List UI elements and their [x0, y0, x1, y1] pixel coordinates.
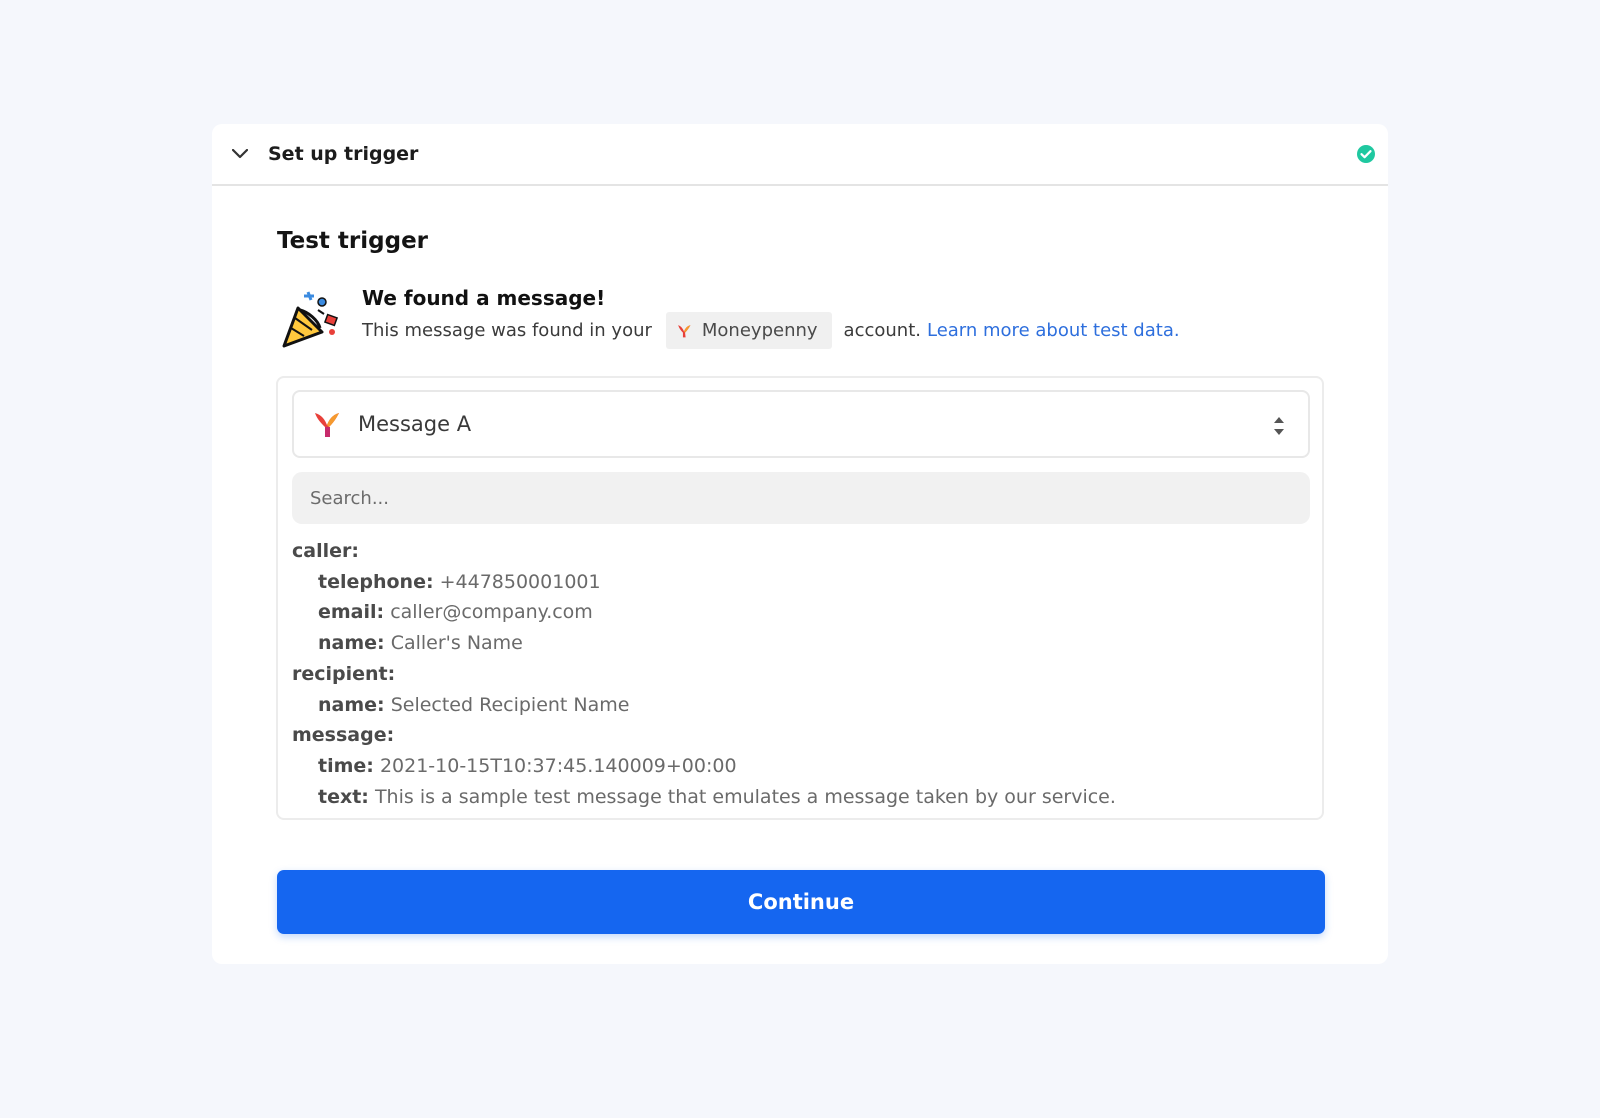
field-key: email:: [318, 601, 385, 624]
field-key: name:: [318, 693, 385, 716]
learn-more-link[interactable]: Learn more about test data.: [927, 320, 1180, 341]
header-title: Set up trigger: [268, 143, 419, 165]
page-background: Set up trigger Test trigger We found a m…: [0, 0, 1600, 1118]
data-tree: caller: telephone: +447850001001 email: …: [292, 536, 1116, 812]
setup-trigger-header[interactable]: Set up trigger: [212, 124, 1388, 186]
moneypenny-logo-icon: [678, 324, 691, 337]
tree-group-message[interactable]: message:: [292, 720, 1116, 751]
field-value: caller@company.com: [390, 601, 593, 624]
field-key: text:: [318, 785, 369, 808]
found-title: We found a message!: [362, 286, 606, 310]
field-value: Selected Recipient Name: [390, 693, 630, 716]
message-select[interactable]: Message A: [292, 390, 1310, 458]
found-suffix: account.: [843, 320, 921, 341]
tree-group-caller[interactable]: caller:: [292, 536, 1116, 567]
tree-field-telephone[interactable]: telephone: +447850001001: [292, 567, 1116, 598]
section-title: Test trigger: [277, 228, 429, 254]
tree-field-email[interactable]: email: caller@company.com: [292, 597, 1116, 628]
field-key: name:: [318, 632, 385, 655]
group-key: message:: [292, 724, 395, 747]
group-key: caller:: [292, 540, 359, 562]
tree-field-recipient-name[interactable]: name: Selected Recipient Name: [292, 690, 1116, 721]
moneypenny-logo-icon: [315, 413, 339, 437]
field-key: telephone:: [318, 570, 434, 593]
account-chip: Moneypenny: [665, 312, 832, 349]
party-popper-icon: [278, 288, 342, 352]
field-value: 2021-10-15T10:37:45.140009+00:00: [379, 754, 737, 777]
continue-button[interactable]: Continue: [277, 870, 1325, 934]
group-key: recipient:: [292, 662, 396, 685]
account-name: Moneypenny: [701, 320, 818, 341]
tree-field-text[interactable]: text: This is a sample test message that…: [292, 782, 1116, 813]
select-value: Message A: [358, 412, 472, 436]
tree-field-caller-name[interactable]: name: Caller's Name: [292, 628, 1116, 659]
chevron-down-icon[interactable]: [230, 144, 250, 164]
field-key: time:: [318, 754, 374, 777]
sort-arrows-icon: [1274, 417, 1284, 435]
tree-field-time[interactable]: time: 2021-10-15T10:37:45.140009+00:00: [292, 751, 1116, 782]
found-description: This message was found in your Moneypenn…: [362, 312, 1180, 349]
tree-group-recipient[interactable]: recipient:: [292, 659, 1116, 690]
search-input[interactable]: [292, 472, 1310, 524]
test-result-panel: Message A caller: telephone: +4478500010…: [276, 376, 1324, 820]
field-value: Caller's Name: [390, 632, 523, 655]
trigger-card: Set up trigger Test trigger We found a m…: [212, 124, 1388, 964]
field-value: +447850001001: [439, 570, 601, 593]
field-value: This is a sample test message that emula…: [374, 785, 1116, 808]
found-prefix: This message was found in your: [362, 320, 652, 341]
check-circle-icon: [1356, 144, 1376, 164]
